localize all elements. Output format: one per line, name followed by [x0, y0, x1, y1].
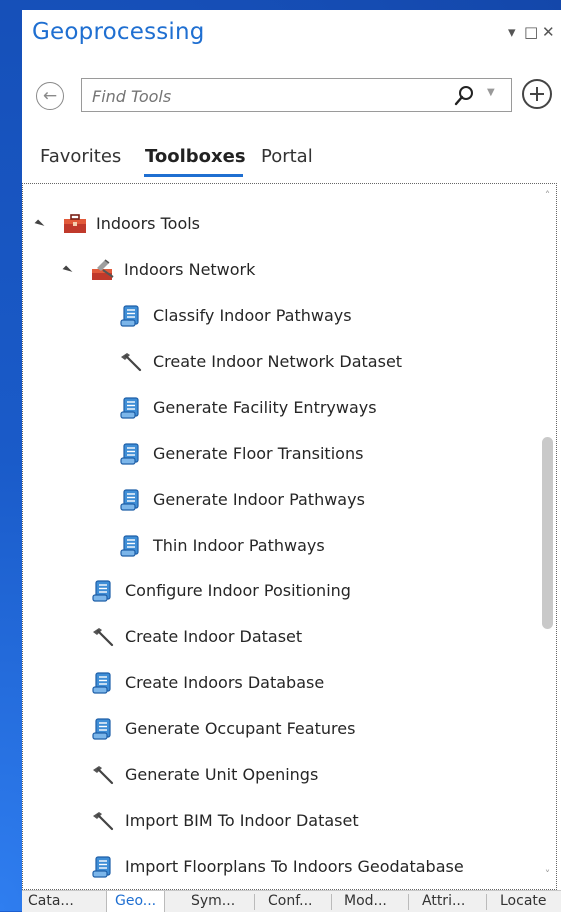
tab-separator: [331, 894, 332, 910]
find-tools-input[interactable]: [90, 79, 434, 113]
tree-item-label: Generate Facility Entryways: [153, 398, 377, 417]
pane-title: Geoprocessing: [32, 19, 205, 45]
back-arrow-icon[interactable]: ←: [36, 82, 64, 110]
tree-item-label: Thin Indoor Pathways: [153, 536, 325, 555]
bottom-tab-attributes[interactable]: Attri...: [422, 891, 465, 912]
tree-item-create-indoor-dataset[interactable]: Create Indoor Dataset: [23, 622, 533, 652]
script-tool-icon: [92, 856, 111, 878]
maximize-icon[interactable]: □: [524, 23, 538, 41]
tree-item-label: Create Indoor Network Dataset: [153, 352, 403, 371]
tab-separator: [254, 894, 255, 910]
toolset-icon: [92, 259, 114, 280]
tree-item-generate-floor-transitions[interactable]: Generate Floor Transitions: [23, 439, 533, 469]
expand-arrow-icon[interactable]: [34, 219, 45, 230]
bottom-tab-locate[interactable]: Locate: [500, 891, 547, 912]
toolbox-icon: [64, 214, 86, 233]
hammer-tool-icon: [93, 628, 114, 647]
hammer-tool-icon: [93, 766, 114, 785]
tree-item-indoors-tools[interactable]: Indoors Tools: [23, 209, 533, 239]
bottom-pane-tabs: Cata... Geo... Sym... Conf... Mod... Att…: [22, 890, 561, 912]
find-tools-box[interactable]: ▼: [81, 78, 512, 113]
tree-item-label: Classify Indoor Pathways: [153, 306, 352, 325]
search-options-chevron-icon[interactable]: ▼: [487, 87, 495, 98]
scrollbar-thumb[interactable]: [542, 437, 553, 629]
tree-item-label: Configure Indoor Positioning: [125, 581, 351, 600]
bottom-tab-configure[interactable]: Conf...: [268, 891, 312, 912]
toolbox-tree: Indoors Tools Indoors Network Classify I…: [22, 183, 557, 890]
bottom-tab-modify[interactable]: Mod...: [344, 891, 387, 912]
search-icon[interactable]: [453, 84, 477, 108]
tab-separator: [486, 894, 487, 910]
pane-titlebar: Geoprocessing ▾ □ ✕: [22, 10, 561, 60]
tree-item-label: Import Floorplans To Indoors Geodatabase: [125, 857, 464, 876]
tree-item-label: Create Indoor Dataset: [125, 627, 303, 646]
tree-item-label: Indoors Network: [124, 260, 256, 279]
tree-item-label: Create Indoors Database: [125, 673, 325, 692]
hammer-tool-icon: [93, 812, 114, 831]
tree-item-import-floorplans-to-indoors-geodatabase[interactable]: Import Floorplans To Indoors Geodatabase: [23, 852, 533, 882]
script-tool-icon: [120, 305, 139, 327]
tree-item-generate-occupant-features[interactable]: Generate Occupant Features: [23, 714, 533, 744]
tab-separator: [408, 894, 409, 910]
geoprocessing-pane: Geoprocessing ▾ □ ✕ ← ▼ Favorites Toolbo…: [22, 10, 561, 912]
script-tool-icon: [92, 580, 111, 602]
tree-item-create-indoor-network-dataset[interactable]: Create Indoor Network Dataset: [23, 347, 533, 377]
add-plus-icon[interactable]: [522, 79, 552, 109]
tree-item-create-indoors-database[interactable]: Create Indoors Database: [23, 668, 533, 698]
tree-item-label: Generate Floor Transitions: [153, 444, 364, 463]
bottom-tab-geoprocessing[interactable]: Geo...: [106, 891, 166, 912]
tree-item-thin-indoor-pathways[interactable]: Thin Indoor Pathways: [23, 531, 533, 561]
script-tool-icon: [92, 672, 111, 694]
script-tool-icon: [120, 443, 139, 465]
active-tab-underline: [144, 174, 243, 177]
tree-item-label: Generate Indoor Pathways: [153, 490, 365, 509]
scroll-down-chevron-icon[interactable]: ˅: [542, 869, 553, 880]
search-row: ← ▼: [22, 78, 561, 118]
tree-item-label: Import BIM To Indoor Dataset: [125, 811, 359, 830]
tree-item-generate-unit-openings[interactable]: Generate Unit Openings: [23, 760, 533, 790]
script-tool-icon: [120, 489, 139, 511]
bottom-tab-catalog[interactable]: Cata...: [28, 891, 74, 912]
tree-item-configure-indoor-positioning[interactable]: Configure Indoor Positioning: [23, 576, 533, 606]
bottom-tab-symbology[interactable]: Sym...: [191, 891, 235, 912]
script-tool-icon: [120, 535, 139, 557]
scroll-up-chevron-icon[interactable]: ˄: [542, 190, 553, 201]
tab-portal[interactable]: Portal: [261, 146, 313, 167]
tree-item-indoors-network[interactable]: Indoors Network: [23, 255, 533, 285]
script-tool-icon: [120, 397, 139, 419]
tab-favorites[interactable]: Favorites: [40, 146, 121, 167]
hammer-tool-icon: [121, 353, 142, 372]
tree-item-generate-facility-entryways[interactable]: Generate Facility Entryways: [23, 393, 533, 423]
tree-item-import-bim-to-indoor-dataset[interactable]: Import BIM To Indoor Dataset: [23, 806, 533, 836]
tree-scrollbar[interactable]: ˄ ˅: [539, 184, 556, 889]
expand-arrow-icon[interactable]: [62, 265, 73, 276]
tree-item-generate-indoor-pathways[interactable]: Generate Indoor Pathways: [23, 485, 533, 515]
script-tool-icon: [92, 718, 111, 740]
tree-item-label: Generate Unit Openings: [125, 765, 319, 784]
tree-item-label: Generate Occupant Features: [125, 719, 356, 738]
tab-toolboxes[interactable]: Toolboxes: [145, 146, 246, 167]
close-icon[interactable]: ✕: [542, 23, 555, 41]
tree-item-label: Indoors Tools: [96, 214, 201, 233]
tree-item-classify-indoor-pathways[interactable]: Classify Indoor Pathways: [23, 301, 533, 331]
pin-dropdown-icon[interactable]: ▾: [508, 23, 516, 41]
